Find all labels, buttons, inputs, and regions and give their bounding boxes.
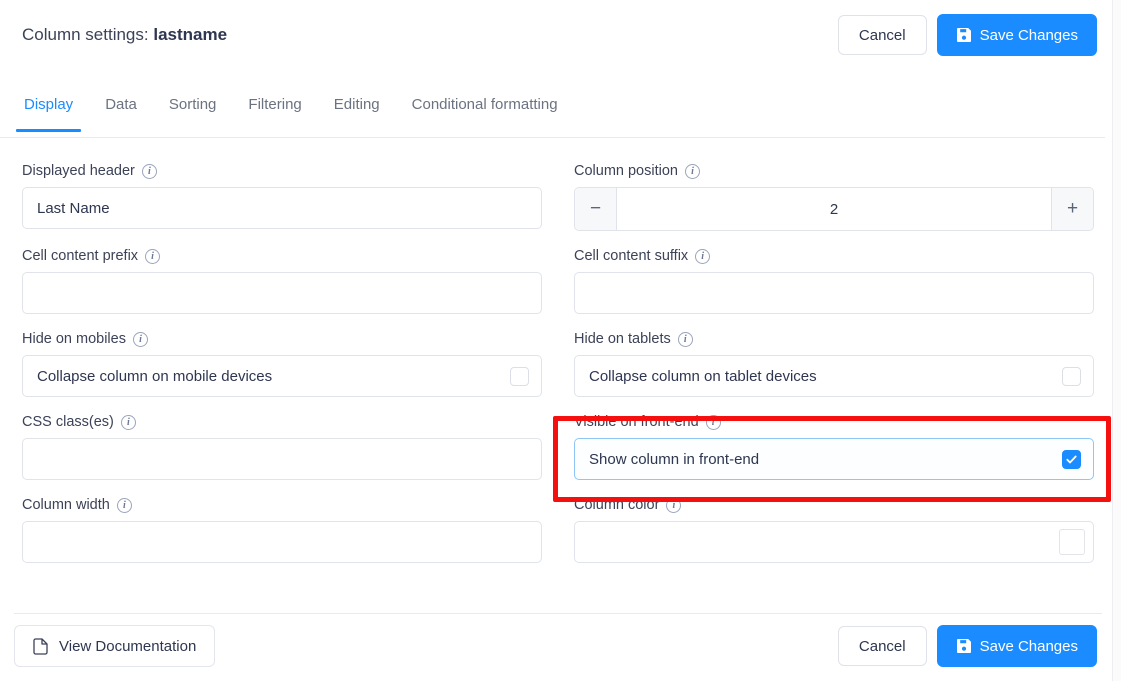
page-title: Column settings: lastname (22, 25, 227, 45)
hide-on-mobiles-label-text: Hide on mobiles (22, 331, 126, 348)
visible-on-frontend-checkbox[interactable] (1062, 449, 1081, 469)
column-width-label-text: Column width (22, 497, 110, 514)
footer-divider (14, 613, 1102, 614)
info-icon[interactable]: i (120, 415, 136, 430)
field-label-column-width: Column width i (22, 498, 542, 513)
hide-on-tablets-label-text: Hide on tablets (574, 331, 671, 348)
hide-on-mobiles-checkbox[interactable] (510, 366, 529, 386)
header-save-changes-label: Save Changes (979, 26, 1078, 44)
hide-on-tablets-option-label: Collapse column on tablet devices (589, 367, 817, 385)
footer-actions: Cancel Save Changes (837, 625, 1097, 667)
field-label-visible-on-frontend: Visible on front-end i (574, 415, 1094, 430)
footer-save-changes-label: Save Changes (979, 637, 1078, 655)
save-floppy-icon (956, 638, 972, 654)
info-icon[interactable]: i (132, 332, 148, 347)
display-settings-form: Displayed header i Column position i − +… (0, 164, 1105, 581)
field-column-color: Column color i (574, 498, 1094, 563)
hide-on-mobiles-option-label: Collapse column on mobile devices (37, 367, 273, 385)
dialog-header: Column settings: lastname Cancel Save Ch… (0, 0, 1113, 70)
column-color-input-wrapper (574, 521, 1094, 563)
info-icon[interactable]: i (705, 415, 721, 430)
field-column-width: Column width i (22, 498, 542, 563)
column-position-label-text: Column position (574, 163, 678, 180)
column-color-label-text: Column color (574, 497, 660, 514)
info-icon[interactable]: i (666, 498, 682, 513)
column-position-decrement-button[interactable]: − (575, 188, 617, 230)
header-save-changes-button[interactable]: Save Changes (936, 14, 1097, 56)
field-label-cell-content-suffix: Cell content suffix i (574, 249, 1094, 264)
field-displayed-header: Displayed header i (22, 164, 542, 231)
field-cell-content-suffix: Cell content suffix i (574, 249, 1094, 314)
displayed-header-input[interactable] (22, 187, 542, 229)
visible-on-frontend-checkbox-row[interactable]: Show column in front-end (574, 438, 1094, 480)
view-documentation-button[interactable]: View Documentation (14, 625, 216, 667)
field-hide-on-tablets: Hide on tablets i Collapse column on tab… (574, 332, 1094, 397)
column-color-input[interactable] (574, 521, 1094, 563)
cell-content-suffix-input[interactable] (574, 272, 1094, 314)
tab-conditional-formatting[interactable]: Conditional formatting (396, 88, 574, 131)
column-position-stepper: − + (574, 187, 1094, 231)
displayed-header-label-text: Displayed header (22, 163, 135, 180)
css-classes-input[interactable] (22, 438, 542, 480)
cell-content-suffix-label-text: Cell content suffix (574, 248, 689, 265)
hide-on-mobiles-checkbox-row[interactable]: Collapse column on mobile devices (22, 355, 542, 397)
document-icon (33, 637, 48, 655)
tab-editing[interactable]: Editing (318, 88, 396, 131)
cell-content-prefix-label-text: Cell content prefix (22, 248, 139, 265)
field-label-hide-on-mobiles: Hide on mobiles i (22, 332, 542, 347)
field-label-css-classes: CSS class(es) i (22, 415, 542, 430)
visible-on-frontend-label-text: Visible on front-end (574, 414, 699, 431)
info-icon[interactable]: i (695, 249, 711, 264)
dialog-footer: View Documentation Cancel Save Changes (0, 622, 1113, 670)
page-title-prefix: Column settings: (22, 25, 149, 44)
footer-cancel-button[interactable]: Cancel (837, 626, 927, 666)
hide-on-tablets-checkbox-row[interactable]: Collapse column on tablet devices (574, 355, 1094, 397)
column-position-increment-button[interactable]: + (1051, 188, 1093, 230)
column-position-value-input[interactable] (617, 188, 1051, 230)
field-label-hide-on-tablets: Hide on tablets i (574, 332, 1094, 347)
cell-content-prefix-input[interactable] (22, 272, 542, 314)
visible-on-frontend-option-label: Show column in front-end (589, 450, 760, 468)
field-cell-content-prefix: Cell content prefix i (22, 249, 542, 314)
tab-display[interactable]: Display (8, 88, 89, 132)
field-label-column-color: Column color i (574, 498, 1094, 513)
info-icon[interactable]: i (116, 498, 132, 513)
save-floppy-icon (956, 27, 972, 43)
field-label-cell-content-prefix: Cell content prefix i (22, 249, 542, 264)
header-actions: Cancel Save Changes (837, 14, 1097, 56)
info-icon[interactable]: i (145, 249, 161, 264)
field-column-position: Column position i − + (574, 164, 1094, 231)
view-documentation-label: View Documentation (59, 637, 197, 655)
field-visible-on-frontend: Visible on front-end i Show column in fr… (574, 415, 1094, 480)
column-settings-dialog: Column settings: lastname Cancel Save Ch… (0, 0, 1121, 681)
settings-tab-bar: Display Data Sorting Filtering Editing C… (0, 88, 1105, 138)
hide-on-tablets-checkbox[interactable] (1062, 366, 1081, 386)
footer-save-changes-button[interactable]: Save Changes (936, 625, 1097, 667)
css-classes-label-text: CSS class(es) (22, 414, 114, 431)
tab-data[interactable]: Data (89, 88, 153, 131)
info-icon[interactable]: i (684, 164, 700, 179)
field-label-displayed-header: Displayed header i (22, 164, 542, 179)
field-hide-on-mobiles: Hide on mobiles i Collapse column on mob… (22, 332, 542, 397)
header-cancel-button[interactable]: Cancel (837, 15, 927, 55)
tab-filtering[interactable]: Filtering (232, 88, 317, 131)
page-title-column-name: lastname (153, 25, 228, 44)
info-icon[interactable]: i (677, 332, 693, 347)
vertical-scrollbar[interactable] (1112, 0, 1121, 681)
column-width-input[interactable] (22, 521, 542, 563)
field-label-column-position: Column position i (574, 164, 1094, 179)
field-css-classes: CSS class(es) i (22, 415, 542, 480)
column-color-swatch[interactable] (1059, 529, 1085, 555)
tab-sorting[interactable]: Sorting (153, 88, 233, 131)
info-icon[interactable]: i (141, 164, 157, 179)
